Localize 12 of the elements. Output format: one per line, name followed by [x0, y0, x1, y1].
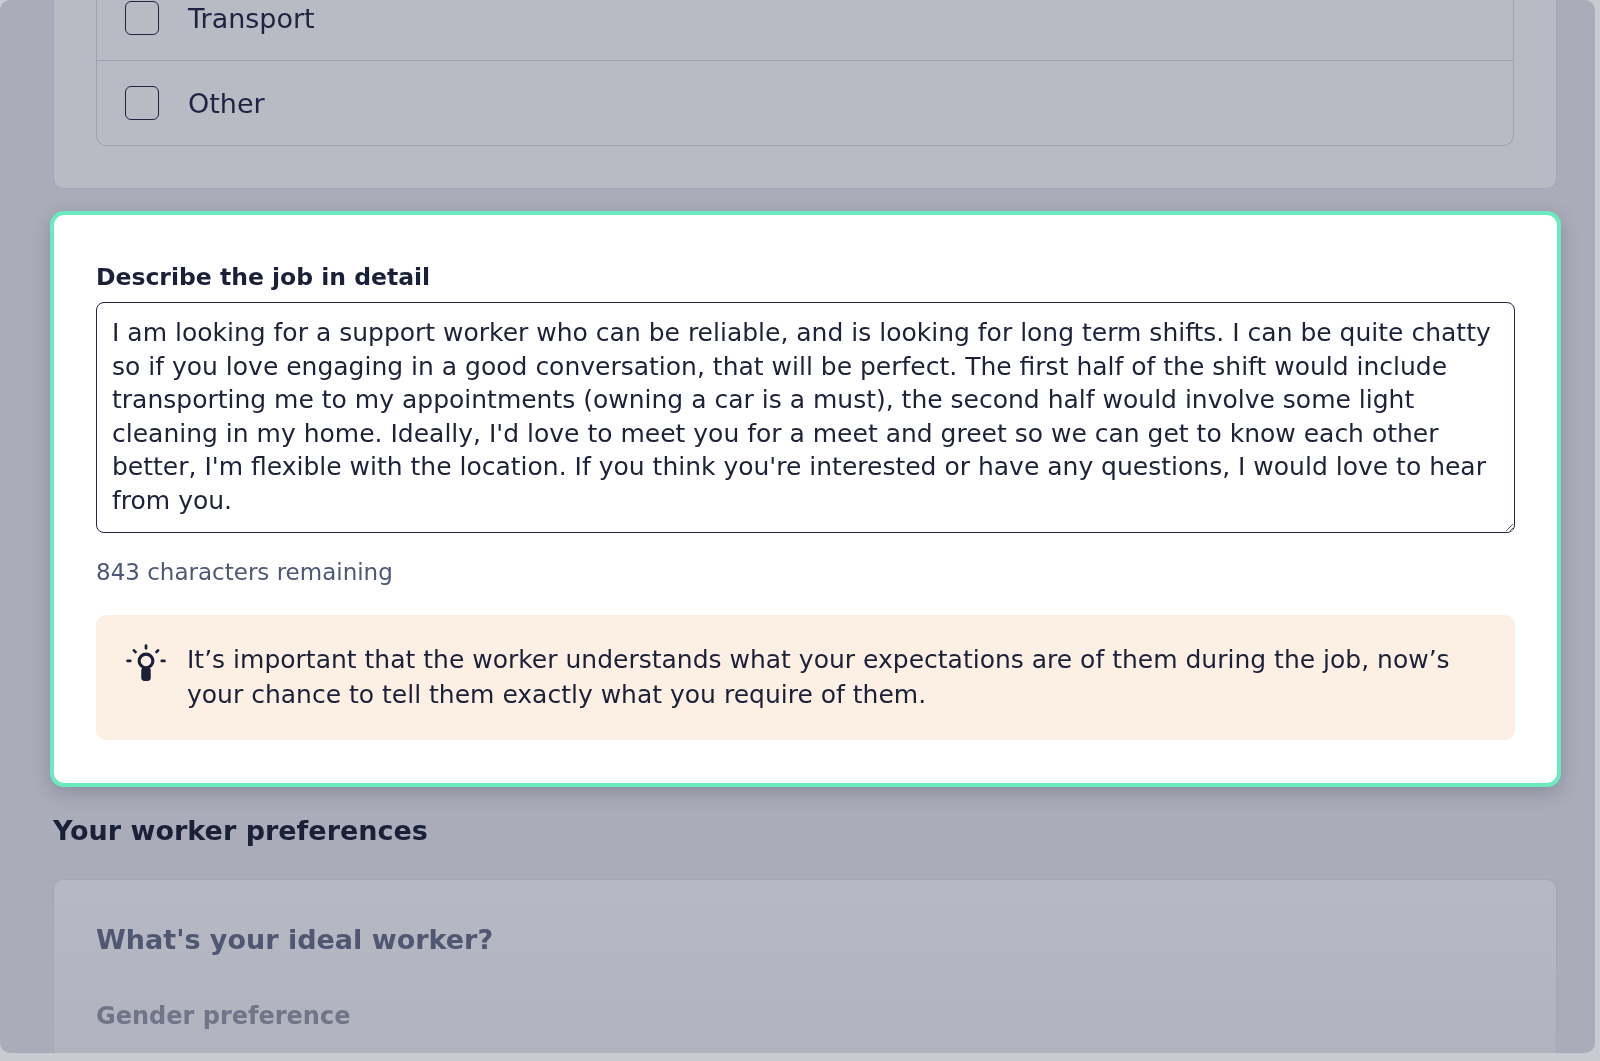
field-label: Gender preference [96, 1001, 351, 1031]
lightbulb-icon [126, 644, 166, 682]
tip-text: It’s important that the worker understands what your expectations are of them during the job, now’s your chance to tell them exactly what you require of them. [187, 644, 1451, 711]
checkbox[interactable] [125, 1, 159, 35]
checkbox[interactable] [125, 86, 159, 120]
option-label: Transport [188, 2, 315, 34]
description-field[interactable]: I am looking for a support worker who can be reliable, and is looking for long term shifts. I can be quite chatty so if you love engaging in a good conversation, that will be perfect. The first half of the shift would include transporting me to my appointments (owning a car is a must), the second half would involve some light cleaning in my home. Ideally, I'd love to meet you for a meet and greet so we can get to know each other better, I'm flexible with the location. If you think you're interested or have any questions, I would love to hear from you. [96, 302, 1515, 533]
card-title: What's your ideal worker? [96, 923, 494, 957]
field-label: Describe the job in detail [96, 262, 431, 292]
option-label: Other [188, 87, 265, 119]
character-counter: 843 characters remaining [96, 558, 393, 587]
section-heading: Your worker preferences [53, 814, 428, 848]
